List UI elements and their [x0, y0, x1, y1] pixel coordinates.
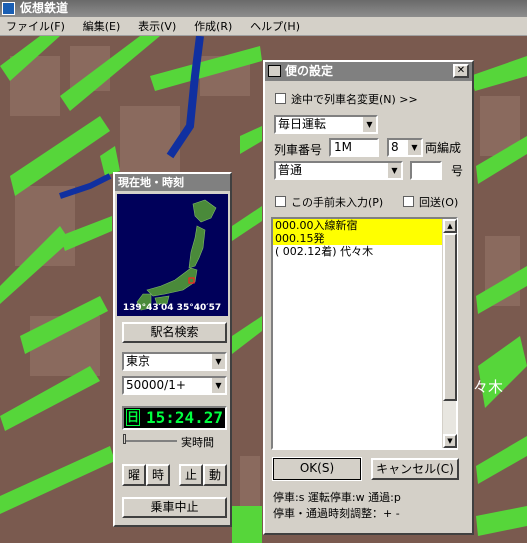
ok-button[interactable]: OK(S) [272, 457, 362, 481]
train-type-number-input[interactable] [410, 161, 442, 180]
clock-time: 15:24.27 [146, 408, 224, 427]
train-type-value: 普通 [278, 163, 303, 177]
location-panel-title: 現在地・時刻 [115, 174, 230, 191]
train-settings-dialog: 便の設定 ✕ 途中で列車名変更(N) >> 毎日運転 ▼ 列車番号 1M 8 ▼… [263, 60, 474, 535]
japan-map-view[interactable]: 139°43′04 35°40′57 [117, 194, 228, 316]
operation-day-select[interactable]: 毎日運転 ▼ [274, 115, 378, 134]
close-icon[interactable]: ✕ [453, 64, 469, 78]
menu-bar: ファイル(F) 編集(E) 表示(V) 作成(R) ヘルプ(H) [0, 17, 527, 36]
chevron-down-icon[interactable]: ▼ [362, 117, 376, 132]
app-logo-icon [2, 2, 15, 15]
area-select[interactable]: 東京 ▼ [122, 352, 227, 371]
realtime-label: 実時間 [181, 436, 214, 449]
scale-select[interactable]: 50000/1+ ▼ [122, 376, 227, 395]
menu-create[interactable]: 作成(R) [194, 20, 232, 33]
shortcut-legend-2: 停車・通過時刻調整：+ - [273, 507, 400, 520]
time-speed-slider-handle[interactable] [123, 434, 126, 444]
train-number-input[interactable]: 1M [329, 138, 379, 157]
scale-select-value: 50000/1+ [126, 378, 186, 392]
rename-midway-label: 途中で列車名変更(N) >> [291, 93, 418, 106]
cars-select[interactable]: 8 ▼ [387, 138, 423, 157]
deadhead-label: 回送(O) [419, 196, 459, 209]
area-select-value: 東京 [126, 354, 151, 368]
unentered-before-checkbox[interactable] [275, 196, 286, 207]
list-item[interactable]: ( 002.12着) 代々木 [273, 245, 456, 258]
stop-list[interactable]: 000.00入線新宿 000.15発 ( 002.12着) 代々木 ▲ ▼ [271, 217, 458, 450]
train-type-number-label: 号 [451, 164, 464, 178]
cancel-button[interactable]: キャンセル(C) [371, 458, 459, 480]
menu-help[interactable]: ヘルプ(H) [250, 20, 300, 33]
coordinates-readout: 139°43′04 35°40′57 [123, 303, 221, 313]
run-clock-button[interactable]: 動 [203, 464, 227, 486]
stop-riding-button[interactable]: 乗車中止 [122, 497, 227, 518]
scrollbar-thumb[interactable] [443, 233, 457, 401]
deadhead-checkbox[interactable] [403, 196, 414, 207]
rename-midway-checkbox[interactable] [275, 93, 286, 104]
dialog-title: 便の設定 [285, 64, 334, 78]
app-title: 仮想鉄道 [20, 1, 69, 15]
chevron-down-icon[interactable]: ▼ [211, 378, 225, 393]
menu-edit[interactable]: 編集(E) [83, 20, 121, 33]
train-number-label: 列車番号 [274, 143, 323, 157]
unentered-before-label: この手前未入力(P) [291, 196, 384, 209]
location-time-panel: 現在地・時刻 139°43′04 35°40′57 駅名検索 東京 ▼ 5000… [113, 172, 232, 527]
menu-file[interactable]: ファイル(F) [6, 20, 65, 33]
shortcut-legend-1: 停車:s 運転停車:w 通過:p [273, 491, 401, 504]
app-title-bar: 仮想鉄道 [0, 0, 527, 17]
train-type-select[interactable]: 普通 ▼ [274, 161, 403, 180]
dialog-title-bar: 便の設定 ✕ [265, 62, 472, 81]
stop-clock-button[interactable]: 止 [179, 464, 203, 486]
list-item[interactable]: 000.00入線新宿 [273, 219, 456, 232]
chevron-down-icon[interactable]: ▼ [211, 354, 225, 369]
weekday-button[interactable]: 曜 [122, 464, 146, 486]
japan-map-icon: 139°43′04 35°40′57 [117, 194, 228, 316]
cars-select-value: 8 [391, 140, 399, 154]
hour-button[interactable]: 時 [146, 464, 170, 486]
scroll-down-icon[interactable]: ▼ [443, 434, 457, 448]
station-search-button[interactable]: 駅名検索 [122, 322, 227, 343]
chevron-down-icon[interactable]: ▼ [407, 140, 421, 155]
train-icon [268, 65, 281, 77]
list-item[interactable]: 000.15発 [273, 232, 456, 245]
scroll-up-icon[interactable]: ▲ [443, 219, 457, 233]
cars-unit-label: 両編成 [425, 141, 462, 155]
day-indicator: 日 [126, 409, 140, 426]
operation-day-value: 毎日運転 [278, 117, 327, 131]
menu-view[interactable]: 表示(V) [138, 20, 176, 33]
time-speed-slider-track[interactable] [123, 440, 177, 442]
clock-display: 日 15:24.27 [122, 406, 227, 430]
chevron-down-icon[interactable]: ▼ [387, 163, 401, 178]
stop-list-scrollbar[interactable]: ▲ ▼ [442, 219, 457, 448]
